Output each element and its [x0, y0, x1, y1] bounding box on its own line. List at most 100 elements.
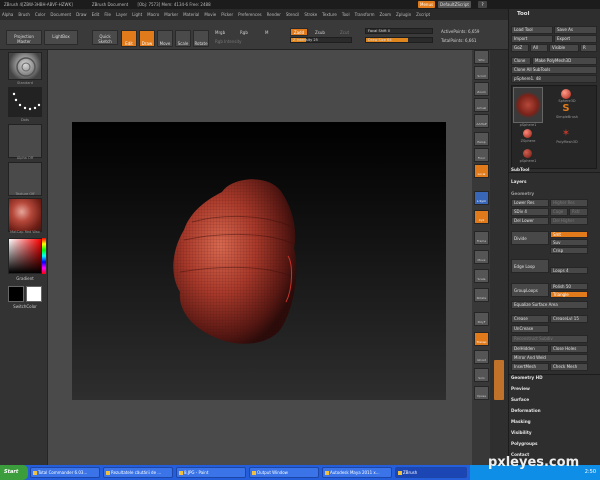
- preview-section[interactable]: Preview: [511, 386, 530, 391]
- polish-slider[interactable]: Polish 50: [550, 283, 588, 290]
- current-tool-slider[interactable]: pSphere1. 48: [511, 75, 597, 83]
- palette-scroll-track[interactable]: [490, 50, 508, 465]
- close-holes-button[interactable]: Close Holes: [550, 345, 588, 353]
- reconstruct-subdiv-button[interactable]: Reconstruct Subdiv: [511, 335, 588, 343]
- move-button[interactable]: Move: [157, 30, 173, 47]
- cage-button[interactable]: Cage: [550, 208, 568, 216]
- psphere-small-icon[interactable]: [523, 149, 532, 158]
- subtool-section[interactable]: SubTool: [511, 167, 529, 172]
- gradient-label[interactable]: Gradient: [8, 276, 42, 281]
- goz-button[interactable]: GoZ: [511, 44, 529, 52]
- floor-icon[interactable]: Floor: [474, 148, 489, 162]
- menu-draw[interactable]: Draw: [76, 12, 86, 17]
- visibility-section[interactable]: Visibility: [511, 430, 532, 435]
- switchcolor-button[interactable]: SwitchColor: [8, 304, 42, 309]
- smt-toggle[interactable]: Smt: [550, 231, 588, 238]
- del-lower-button[interactable]: Del Lower: [511, 217, 549, 225]
- make-polymesh-button[interactable]: Make PolyMesh3D: [532, 57, 597, 65]
- local-icon[interactable]: Local: [474, 164, 489, 178]
- menu-light[interactable]: Light: [132, 12, 142, 17]
- help-icon[interactable]: ?: [478, 1, 487, 8]
- edit-button[interactable]: Edit: [121, 30, 137, 47]
- menu-brush[interactable]: Brush: [18, 12, 30, 17]
- geometry-hd-section[interactable]: Geometry HD: [511, 375, 543, 380]
- rotate-button[interactable]: Rotate: [193, 30, 209, 47]
- menu-material[interactable]: Material: [183, 12, 199, 17]
- menu-marker[interactable]: Marker: [164, 12, 178, 17]
- start-button[interactable]: Start: [0, 465, 28, 480]
- menu-macro[interactable]: Macro: [147, 12, 159, 17]
- z-intensity-slider[interactable]: Z Intensity 25: [290, 37, 352, 43]
- tool-thumb-psphere[interactable]: [513, 87, 543, 123]
- menu-movie[interactable]: Movie: [204, 12, 216, 17]
- scale-icon[interactable]: Scale: [474, 269, 489, 283]
- crease-button[interactable]: Crease: [511, 315, 549, 323]
- goz-all-button[interactable]: All: [530, 44, 548, 52]
- zoom-icon[interactable]: Zoom: [474, 82, 489, 96]
- import-button[interactable]: Import: [511, 35, 553, 43]
- taskbar-item[interactable]: 8.JPG - Paint: [176, 467, 246, 478]
- menu-alpha[interactable]: Alpha: [2, 12, 13, 17]
- lsym-icon[interactable]: L.Sym: [474, 191, 489, 205]
- solo-icon[interactable]: Solo: [474, 368, 489, 382]
- suv-toggle[interactable]: Suv: [550, 239, 588, 246]
- insertmesh-button[interactable]: InsertMesh: [511, 363, 549, 371]
- tool-palette-title[interactable]: Tool: [517, 11, 529, 17]
- menu-stencil[interactable]: Stencil: [286, 12, 300, 17]
- polyf-icon[interactable]: PolyF: [474, 312, 489, 326]
- color-picker[interactable]: [8, 238, 42, 274]
- projection-master-button[interactable]: Projection Master: [6, 30, 42, 45]
- menus-button[interactable]: Menus: [418, 1, 436, 8]
- taskbar-item[interactable]: Output Window: [249, 467, 319, 478]
- taskbar-item[interactable]: Autodesk Maya 2011 x...: [322, 467, 392, 478]
- menu-color[interactable]: Color: [35, 12, 45, 17]
- equalize-surface-area-button[interactable]: Equalize Surface Area: [511, 301, 588, 309]
- mirror-and-weld-button[interactable]: Mirror And Weld: [511, 354, 588, 362]
- menu-stroke[interactable]: Stroke: [304, 12, 317, 17]
- document-viewport[interactable]: [72, 122, 446, 400]
- r-button[interactable]: R: [580, 44, 597, 52]
- grouploops-button[interactable]: GroupLoops: [511, 283, 549, 297]
- scroll-icon[interactable]: Scroll: [474, 66, 489, 80]
- save-as-button[interactable]: Save As: [554, 26, 597, 34]
- menu-texture[interactable]: Texture: [322, 12, 337, 17]
- rstr-button[interactable]: Rstr: [569, 208, 588, 216]
- m-button[interactable]: M: [265, 30, 268, 35]
- uncrease-button[interactable]: UnCrease: [511, 325, 549, 333]
- loops-slider[interactable]: Loops 4: [550, 267, 588, 274]
- focal-shift-slider[interactable]: Focal Shift 0: [365, 28, 433, 34]
- load-tool-button[interactable]: Load Tool: [511, 26, 553, 34]
- default-zscript-button[interactable]: DefaultZScript: [438, 1, 471, 8]
- edge-loop-button[interactable]: Edge Loop: [511, 259, 549, 273]
- menu-render[interactable]: Render: [267, 12, 281, 17]
- taskbar-item[interactable]: Total Commander 6.03...: [30, 467, 100, 478]
- lightbox-button[interactable]: LightBox: [44, 30, 78, 45]
- quick-sketch-button[interactable]: Quick Sketch: [92, 30, 118, 45]
- crisp-button[interactable]: Crisp: [550, 247, 588, 254]
- stroke-thumbnail[interactable]: [8, 87, 42, 117]
- menu-file[interactable]: File: [104, 12, 111, 17]
- sdiv-slider[interactable]: SDiv 4: [511, 208, 549, 216]
- secondary-color-swatch[interactable]: [26, 286, 42, 302]
- red-wax-model[interactable]: [72, 122, 446, 400]
- export-button[interactable]: Export: [554, 35, 597, 43]
- polymesh3d-icon[interactable]: ✶: [561, 129, 571, 139]
- draw-size-slider[interactable]: Draw Size 64: [365, 37, 433, 43]
- polygroups-section[interactable]: Polygroups: [511, 441, 538, 446]
- actual-icon[interactable]: Actual: [474, 98, 489, 112]
- check-mesh-button[interactable]: Check Mesh: [550, 363, 588, 371]
- del-higher-button[interactable]: Del Higher: [550, 217, 588, 225]
- spix-icon[interactable]: SPix: [474, 50, 489, 64]
- menu-preferences[interactable]: Preferences: [238, 12, 262, 17]
- simplebrush-icon[interactable]: S: [561, 104, 571, 114]
- geometry-section[interactable]: Geometry: [511, 191, 534, 196]
- alpha-thumbnail[interactable]: [8, 124, 42, 158]
- sphere3d-icon[interactable]: [561, 89, 571, 99]
- visible-button[interactable]: Visible: [549, 44, 579, 52]
- clone-all-subtools-button[interactable]: Clone All SubTools: [511, 66, 597, 74]
- rgb-intensity-slider[interactable]: Rgb Intensity: [215, 39, 242, 44]
- delhidden-button[interactable]: DelHidden: [511, 345, 549, 353]
- xpose-icon[interactable]: Xpose: [474, 386, 489, 400]
- menu-document[interactable]: Document: [50, 12, 71, 17]
- material-thumbnail[interactable]: [8, 198, 42, 232]
